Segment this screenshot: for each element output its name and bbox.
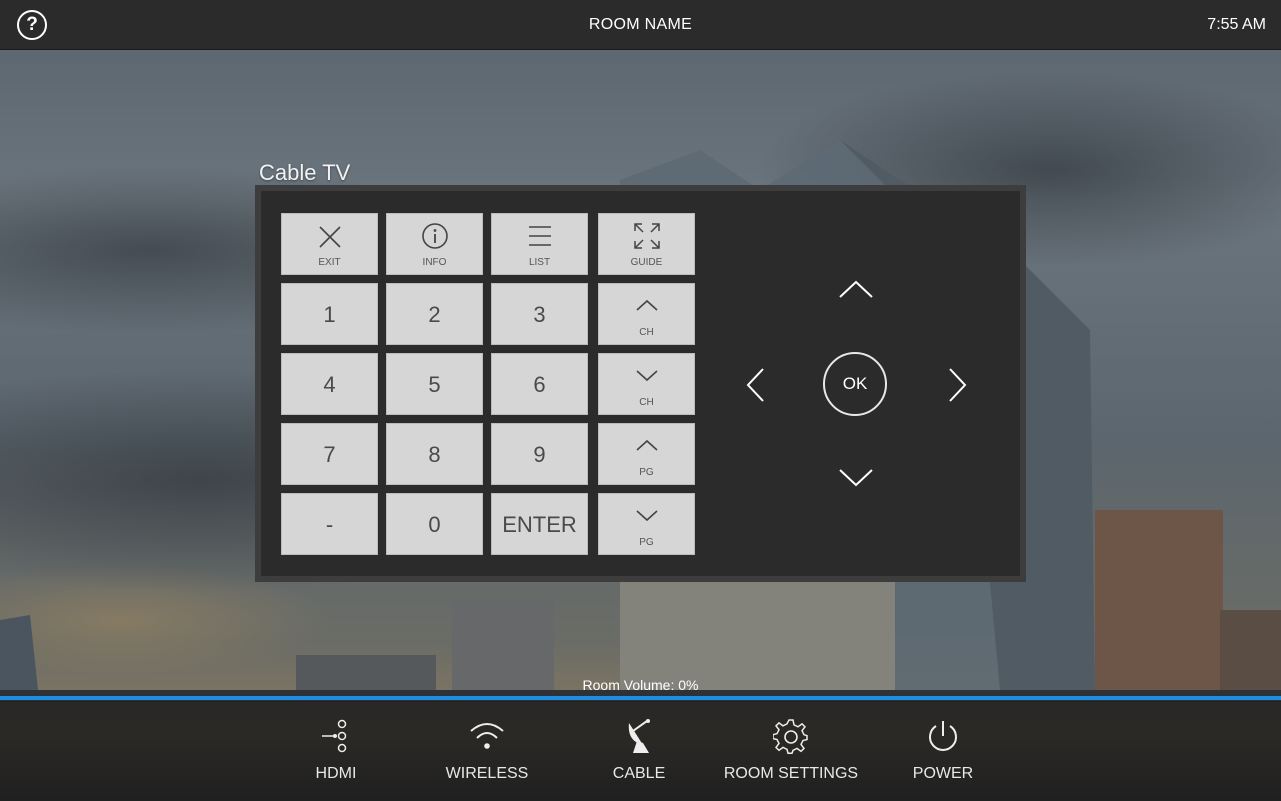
chevron-up-icon xyxy=(635,439,658,451)
digit-label: 6 xyxy=(533,372,546,397)
page-up-button[interactable]: PG xyxy=(598,423,695,485)
digit-label: 1 xyxy=(323,302,336,327)
digit-label: 7 xyxy=(323,442,336,467)
exit-label: EXIT xyxy=(318,257,341,268)
dpad-right-button[interactable] xyxy=(947,367,969,403)
digit-label: 9 xyxy=(533,442,546,467)
clock: 7:55 AM xyxy=(1207,16,1266,33)
channel-down-button[interactable]: CH xyxy=(598,353,695,415)
room-volume-bar[interactable] xyxy=(0,696,1281,700)
digit-label: 2 xyxy=(428,302,441,327)
channel-label: CH xyxy=(639,327,654,338)
digit-7-button[interactable]: 7 xyxy=(281,423,378,485)
chevron-down-icon xyxy=(635,370,658,382)
close-icon xyxy=(318,226,341,248)
digit-label: 5 xyxy=(428,372,441,397)
remote-panel-inner: EXIT INFO LIST GUIDE 1 2 3 CH 4 5 6 CH 7… xyxy=(261,191,1020,576)
digit-3-button[interactable]: 3 xyxy=(491,283,588,345)
nav-label: CABLE xyxy=(612,765,666,782)
ok-button[interactable]: OK xyxy=(823,352,887,416)
info-icon xyxy=(421,223,448,249)
room-volume-label: Room Volume: 0% xyxy=(582,677,699,693)
dash-button[interactable]: - xyxy=(281,493,378,555)
digit-5-button[interactable]: 5 xyxy=(386,353,483,415)
nav-label: WIRELESS xyxy=(445,765,529,782)
guide-label: GUIDE xyxy=(630,257,663,268)
digit-label: 8 xyxy=(428,442,441,467)
page-label: PG xyxy=(639,537,654,548)
page-label: PG xyxy=(639,467,654,478)
list-label: LIST xyxy=(528,257,551,268)
list-icon xyxy=(528,226,551,246)
enter-label: ENTER xyxy=(502,512,577,537)
info-label: INFO xyxy=(422,257,447,268)
hdmi-icon xyxy=(322,719,347,753)
channel-label: CH xyxy=(639,397,654,408)
nav-hdmi[interactable]: HDMI xyxy=(260,701,412,801)
dpad-down-button[interactable] xyxy=(838,467,874,489)
digit-6-button[interactable]: 6 xyxy=(491,353,588,415)
chevron-down-icon xyxy=(635,510,658,522)
dpad-left-button[interactable] xyxy=(745,367,767,403)
digit-4-button[interactable]: 4 xyxy=(281,353,378,415)
digit-label: 0 xyxy=(428,512,441,537)
digit-1-button[interactable]: 1 xyxy=(281,283,378,345)
nav-label: ROOM SETTINGS xyxy=(723,765,859,782)
digit-2-button[interactable]: 2 xyxy=(386,283,483,345)
expand-icon xyxy=(633,223,660,249)
nav-label: HDMI xyxy=(315,765,357,782)
enter-button[interactable]: ENTER xyxy=(491,493,588,555)
power-icon xyxy=(929,721,957,751)
nav-label: POWER xyxy=(912,765,974,782)
nav-room-settings[interactable]: ROOM SETTINGS xyxy=(715,701,867,801)
nav-wireless[interactable]: WIRELESS xyxy=(411,701,563,801)
panel-title: Cable TV xyxy=(259,160,351,185)
satellite-dish-icon xyxy=(628,719,650,753)
source-nav-bar: HDMI WIRELESS CABLE ROOM SETTINGS POWER xyxy=(0,701,1281,801)
digit-9-button[interactable]: 9 xyxy=(491,423,588,485)
chevron-up-icon xyxy=(635,299,658,311)
remote-panel: EXIT INFO LIST GUIDE 1 2 3 CH 4 5 6 CH 7… xyxy=(255,185,1026,582)
guide-button[interactable]: GUIDE xyxy=(598,213,695,275)
nav-cable[interactable]: CABLE xyxy=(563,701,715,801)
room-name: ROOM NAME xyxy=(588,16,693,33)
channel-up-button[interactable]: CH xyxy=(598,283,695,345)
digit-0-button[interactable]: 0 xyxy=(386,493,483,555)
digit-8-button[interactable]: 8 xyxy=(386,423,483,485)
page-down-button[interactable]: PG xyxy=(598,493,695,555)
dash-label: - xyxy=(325,512,334,537)
wifi-icon xyxy=(470,723,504,749)
exit-button[interactable]: EXIT xyxy=(281,213,378,275)
list-button[interactable]: LIST xyxy=(491,213,588,275)
digit-label: 3 xyxy=(533,302,546,327)
nav-power[interactable]: POWER xyxy=(867,701,1019,801)
dpad-up-button[interactable] xyxy=(838,279,874,301)
digit-label: 4 xyxy=(323,372,336,397)
gear-icon xyxy=(773,719,808,755)
top-bar: ? ROOM NAME 7:55 AM xyxy=(0,0,1281,50)
info-button[interactable]: INFO xyxy=(386,213,483,275)
